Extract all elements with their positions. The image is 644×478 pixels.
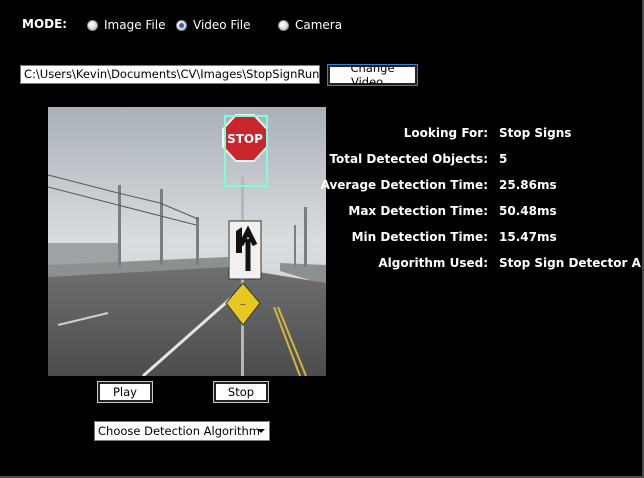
radio-label-image-file: Image File <box>104 18 166 32</box>
video-preview: STOP ~ <box>48 107 326 376</box>
stat-value: 15.47ms <box>499 230 557 244</box>
stat-value: 25.86ms <box>499 178 557 192</box>
stat-label: Max Detection Time: <box>348 204 488 218</box>
algorithm-dropdown[interactable]: Choose Detection Algorithm <box>94 421 270 441</box>
stat-row-looking-for: Looking For: Stop Signs <box>330 126 640 152</box>
stat-label: Looking For: <box>403 126 488 140</box>
video-frame-image: STOP ~ <box>48 107 326 376</box>
chevron-down-icon[interactable] <box>257 429 265 433</box>
stat-label: Algorithm Used: <box>378 256 488 270</box>
svg-text:~: ~ <box>240 300 247 309</box>
stat-row-algorithm: Algorithm Used: Stop Sign Detector A <box>330 256 641 282</box>
stat-label: Average Detection Time: <box>320 178 488 192</box>
change-video-button[interactable]: Change Video... <box>327 61 418 89</box>
stat-label: Total Detected Objects: <box>329 152 488 166</box>
stat-row-min-time: Min Detection Time: 15.47ms <box>330 230 640 256</box>
detection-stats: Looking For: Stop Signs Total Detected O… <box>321 126 641 282</box>
stat-value: 50.48ms <box>499 204 557 218</box>
stop-button[interactable]: Stop <box>213 381 269 403</box>
radio-button-camera[interactable] <box>278 19 289 31</box>
stop-sign-text: STOP <box>227 132 263 146</box>
algorithm-dropdown-value: Choose Detection Algorithm <box>98 424 260 438</box>
play-button[interactable]: Play <box>97 381 153 403</box>
mode-label: MODE: <box>22 17 68 31</box>
stat-value: Stop Signs <box>499 126 572 140</box>
radio-button-image-file[interactable] <box>87 19 98 31</box>
stat-label: Min Detection Time: <box>351 230 488 244</box>
stat-row-max-time: Max Detection Time: 50.48ms <box>330 204 640 230</box>
radio-camera[interactable]: Camera <box>278 18 342 32</box>
stat-row-total-detected: Total Detected Objects: 5 <box>329 152 640 178</box>
radio-video-file[interactable]: Video File <box>176 18 251 32</box>
radio-button-video-file[interactable] <box>176 19 187 31</box>
stat-value: 5 <box>499 152 508 166</box>
file-path-field[interactable]: C:\Users\Kevin\Documents\CV\Images\StopS… <box>20 65 320 84</box>
radio-label-video-file: Video File <box>193 18 251 32</box>
stat-value: Stop Sign Detector A <box>499 256 641 270</box>
radio-label-camera: Camera <box>295 18 343 32</box>
radio-image-file[interactable]: Image File <box>87 18 165 32</box>
stat-row-average-time: Average Detection Time: 25.86ms <box>321 178 640 204</box>
main-window: MODE: Image File Video File Camera C:\Us… <box>0 0 644 478</box>
